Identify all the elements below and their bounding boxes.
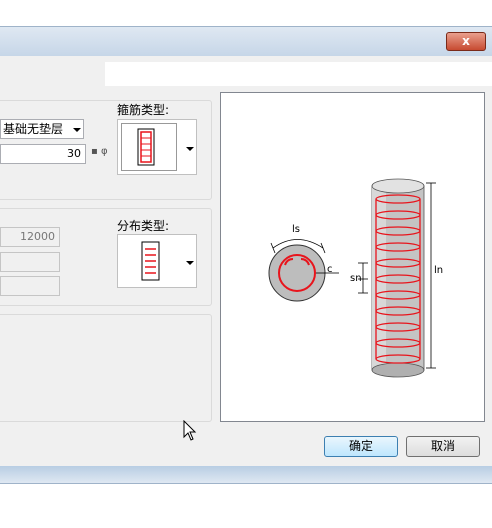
ok-label: 确定 [348, 439, 373, 453]
close-icon: x [462, 34, 470, 48]
preview-panel: ls c sn ln [220, 92, 485, 422]
title-bar [0, 26, 492, 56]
chevron-down-icon[interactable] [186, 261, 194, 265]
label-sn: sn [350, 273, 362, 284]
pile-diagram [268, 178, 436, 378]
cancel-button[interactable]: 取消 [406, 436, 480, 457]
base-type-value: 基础无垫层 [3, 122, 64, 136]
chevron-down-icon[interactable] [186, 147, 194, 151]
base-type-select[interactable]: 基础无垫层 [0, 119, 84, 139]
diameter-symbol: ▪ φ [91, 146, 108, 157]
label-ln: ln [434, 265, 444, 276]
chevron-down-icon[interactable] [73, 128, 81, 132]
mouse-cursor-icon [183, 420, 197, 441]
close-button[interactable]: x [446, 32, 486, 51]
ok-button[interactable]: 确定 [324, 436, 398, 457]
stirrup-type-label: 箍筋类型: [117, 103, 170, 117]
stirrup-rect-icon [121, 123, 177, 171]
length-value: 12000 [20, 230, 55, 243]
distribution-field-2[interactable] [0, 252, 60, 272]
label-c: c [327, 264, 333, 275]
distribution-type-label: 分布类型: [117, 219, 170, 233]
distribution-type-picker[interactable] [117, 234, 197, 288]
cover-field[interactable]: 30 [0, 144, 86, 164]
tab-strip-area [105, 62, 492, 86]
window-bottom-edge [0, 466, 492, 484]
cover-value: 30 [67, 147, 81, 160]
label-ls: ls [292, 224, 300, 235]
length-field[interactable]: 12000 [0, 227, 60, 247]
distribution-field-3[interactable] [0, 276, 60, 296]
cancel-label: 取消 [430, 439, 455, 453]
distribution-rect-icon [141, 241, 160, 281]
stirrup-type-picker[interactable] [117, 119, 197, 175]
options-group [0, 314, 212, 422]
